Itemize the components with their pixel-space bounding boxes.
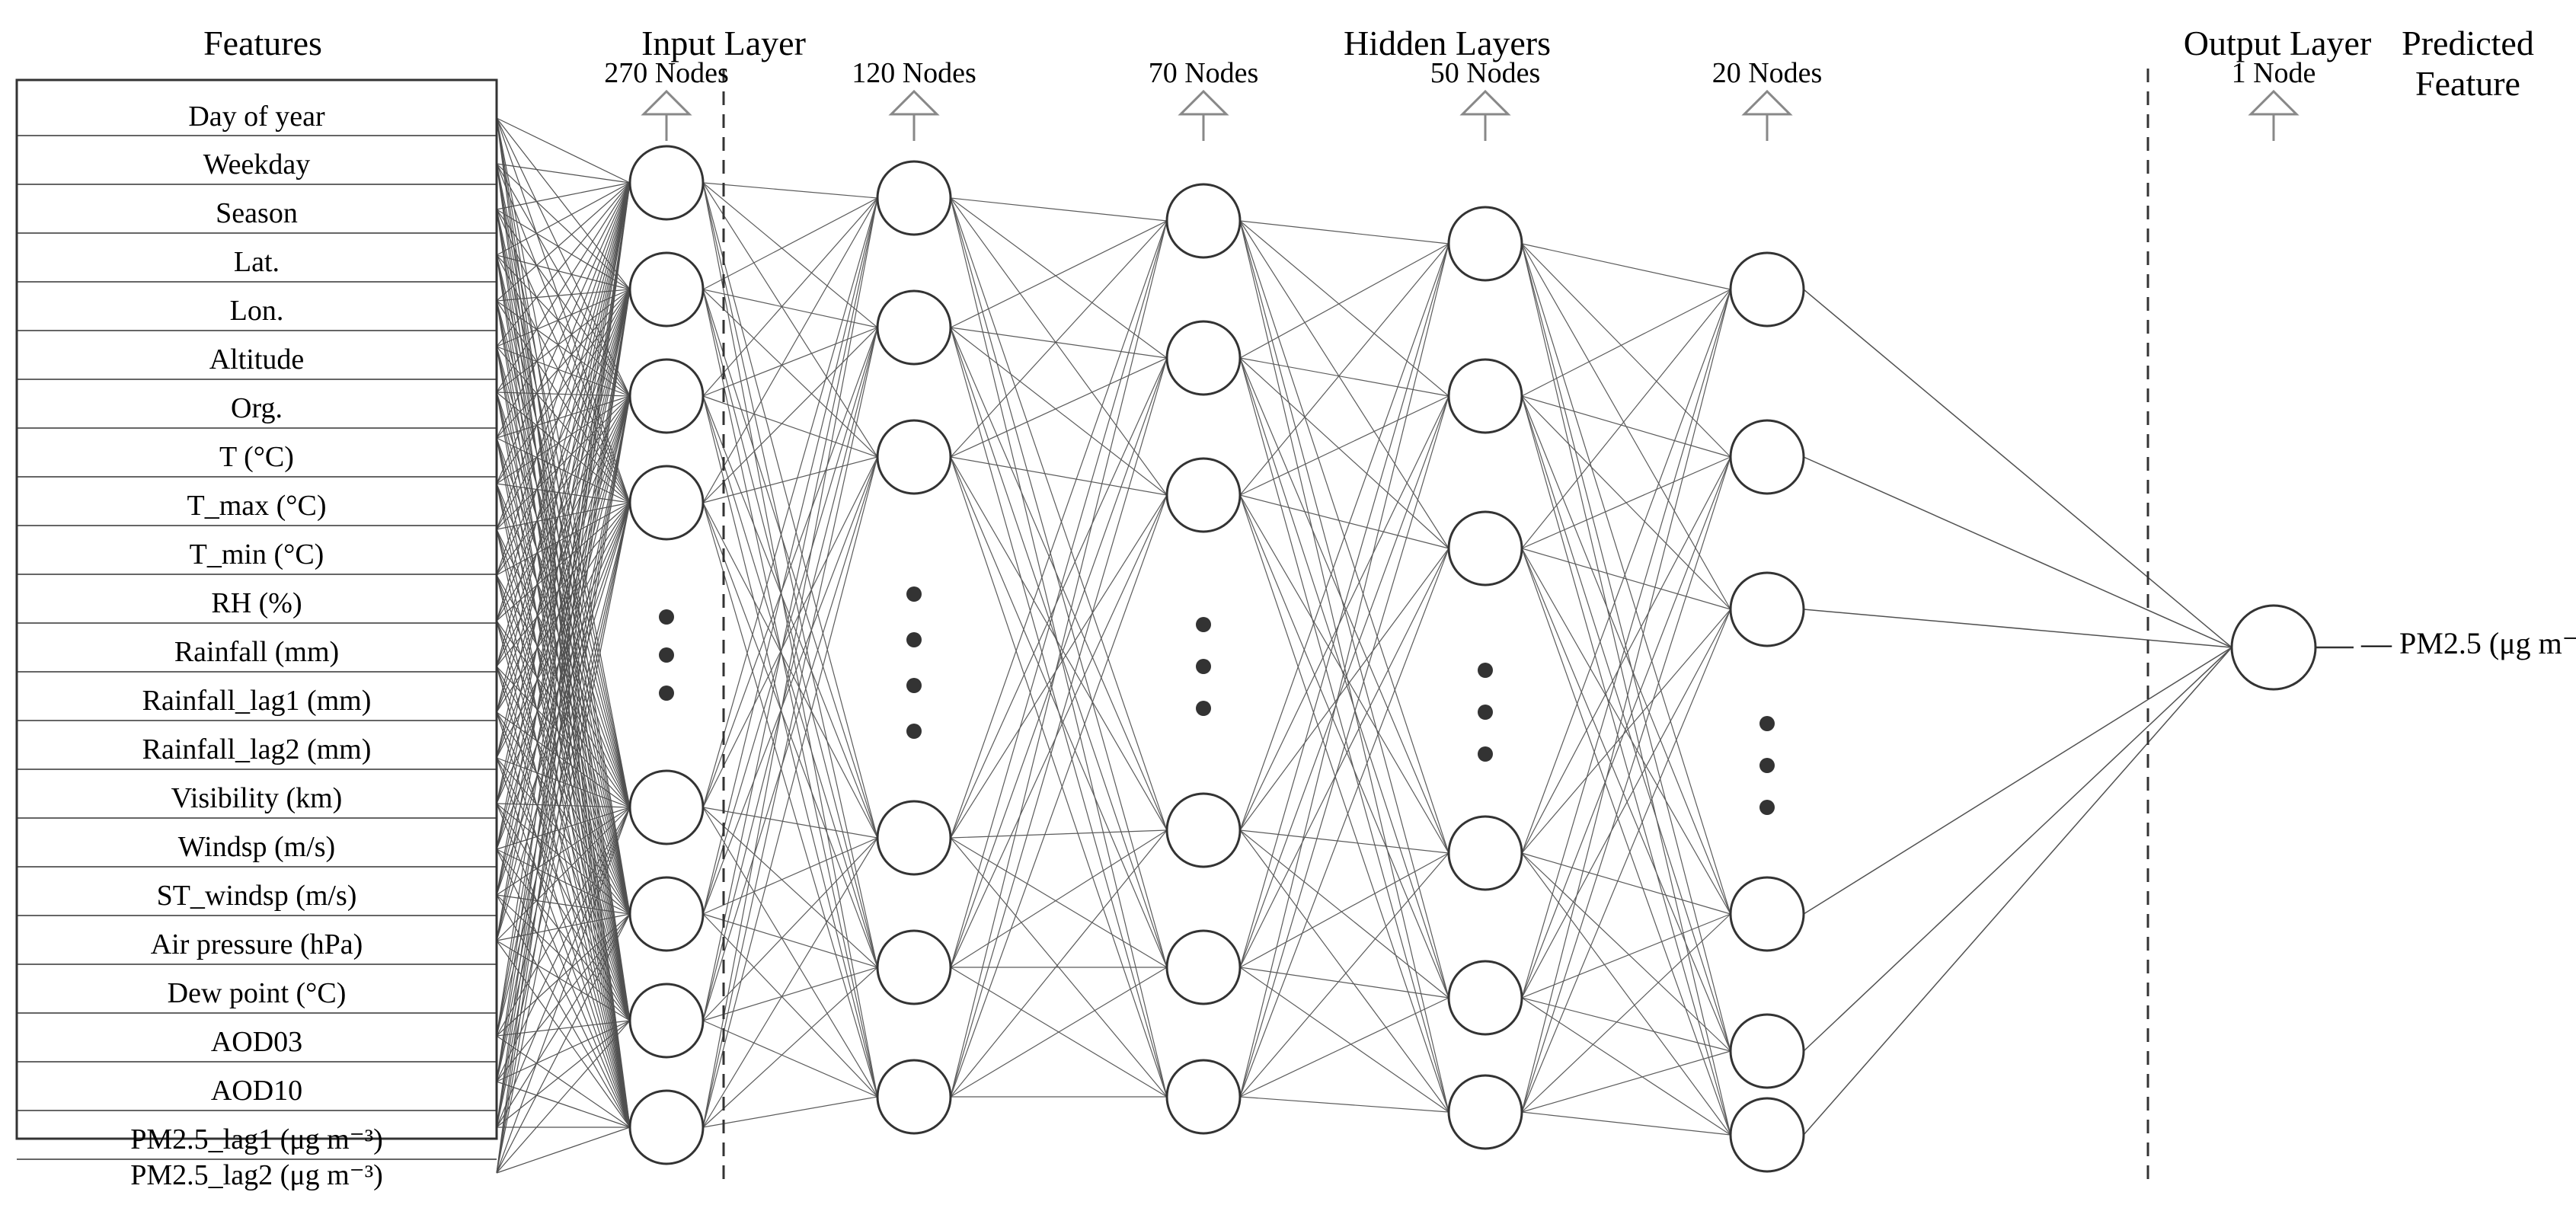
main-container: Features Input Layer Hidden Layers Outpu… (0, 0, 2576, 1208)
neural-network-diagram: Day of year Weekday Season Lat. Lon. Alt… (0, 0, 2576, 1208)
svg-text:1 Node: 1 Node (2232, 57, 2316, 89)
svg-text:Weekday: Weekday (203, 149, 310, 181)
svg-text:120 Nodes: 120 Nodes (852, 57, 976, 89)
svg-text:50 Nodes: 50 Nodes (1430, 57, 1541, 89)
svg-text:Rainfall_lag2 (mm): Rainfall_lag2 (mm) (142, 733, 372, 765)
svg-text:Lat.: Lat. (234, 246, 280, 278)
svg-text:— PM2.5 (μg m⁻³): — PM2.5 (μg m⁻³) (2360, 626, 2576, 660)
svg-text:T_max (°C): T_max (°C) (187, 490, 327, 522)
svg-text:Visibility (km): Visibility (km) (171, 782, 343, 814)
svg-text:Rainfall (mm): Rainfall (mm) (174, 636, 339, 668)
svg-text:PM2.5_lag2 (μg m⁻³): PM2.5_lag2 (μg m⁻³) (130, 1159, 383, 1191)
svg-text:Lon.: Lon. (230, 295, 284, 327)
svg-text:Day of year: Day of year (188, 101, 325, 133)
svg-text:Air pressure (hPa): Air pressure (hPa) (151, 928, 363, 960)
svg-text:T_min (°C): T_min (°C) (190, 538, 324, 570)
svg-text:AOD10: AOD10 (211, 1075, 302, 1107)
svg-text:Windsp (m/s): Windsp (m/s) (178, 831, 335, 863)
svg-text:Rainfall_lag1 (mm): Rainfall_lag1 (mm) (142, 685, 372, 717)
svg-text:ST_windsp (m/s): ST_windsp (m/s) (157, 880, 357, 912)
svg-text:AOD03: AOD03 (211, 1026, 302, 1058)
svg-text:70 Nodes: 70 Nodes (1149, 57, 1259, 89)
svg-text:RH (%): RH (%) (211, 587, 302, 619)
svg-text:270 Nodes: 270 Nodes (604, 57, 729, 89)
svg-text:Altitude: Altitude (209, 344, 305, 376)
svg-text:Dew point (°C): Dew point (°C) (168, 977, 347, 1009)
svg-text:Org.: Org. (231, 392, 283, 424)
svg-text:20 Nodes: 20 Nodes (1712, 57, 1823, 89)
svg-text:Season: Season (216, 197, 298, 229)
svg-text:PM2.5_lag1 (μg m⁻³): PM2.5_lag1 (μg m⁻³) (130, 1123, 383, 1155)
svg-text:T (°C): T (°C) (219, 441, 294, 473)
